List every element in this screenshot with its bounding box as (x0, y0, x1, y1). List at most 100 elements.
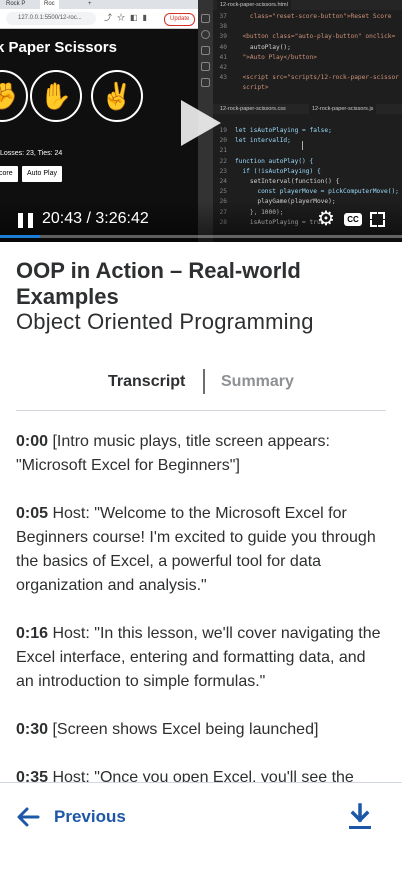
text-cursor (302, 141, 303, 150)
line-number: 39 (219, 33, 227, 41)
code-text: autoPlay(); (235, 43, 291, 51)
code-text: const playerMove = pickComputerMove(); (235, 188, 399, 196)
play-icon[interactable] (181, 100, 221, 146)
editor-tab-html: 12-rock-paper-scissors.html (217, 0, 291, 10)
line-number: 41 (219, 53, 227, 61)
line-number: 23 (219, 167, 227, 175)
code-text: <script src="scripts/12-rock-paper-sciss… (235, 74, 399, 82)
new-tab-icon: + (88, 1, 92, 7)
reset-score-button-preview: core (0, 166, 18, 182)
code-line: 20 let intervalId; (213, 136, 402, 146)
line-number: 40 (219, 43, 227, 51)
transcript-entry[interactable]: 0:16 Host: "In this lesson, we'll cover … (16, 622, 386, 694)
code-line: 21 (213, 146, 402, 156)
code-line: 41 ">Auto Play</button> (213, 53, 402, 63)
fullscreen-icon[interactable] (370, 212, 385, 227)
lecture-title: OOP in Action – Real-world Examples (16, 258, 301, 309)
content-tabs: Transcript Summary (16, 366, 386, 411)
transcript-entry[interactable]: 0:00 [Intro music plays, title screen ap… (16, 430, 386, 478)
code-line: script> (213, 83, 402, 93)
paper-move-icon: ✋ (30, 70, 82, 122)
transcript-text: Host: "In this lesson, we'll cover navig… (16, 625, 381, 690)
line-number: 43 (219, 74, 227, 82)
url-field: 127.0.0.1:5500/12-roc... (6, 12, 96, 25)
browser-tab-prev: Rock P (6, 1, 26, 7)
search-icon (201, 30, 210, 39)
code-line: 43 <script src="scripts/12-rock-paper-sc… (213, 73, 402, 83)
tab-divider (203, 369, 205, 394)
transcript-entry[interactable]: 0:35 Host: "Once you open Excel, you'll … (16, 766, 386, 782)
video-player[interactable]: Rock P Roc + 127.0.0.1:5500/12-roc... ⤴☆… (0, 0, 402, 242)
debug-icon (201, 62, 210, 71)
code-line: 19 let isAutoPlaying = false; (213, 126, 402, 136)
editor-tab-js: 12-rock-paper-scissors.js (309, 104, 377, 114)
transcript-timestamp[interactable]: 0:00 (16, 433, 48, 450)
line-number: 42 (219, 63, 227, 71)
transcript-entry[interactable]: 0:05 Host: "Welcome to the Microsoft Exc… (16, 502, 386, 598)
code-line: 38 (213, 22, 402, 32)
auto-play-button-preview: Auto Play (22, 166, 62, 182)
line-number: 38 (219, 23, 227, 31)
line-number: 24 (219, 177, 227, 185)
gear-icon[interactable]: ⚙ (317, 209, 335, 229)
captions-icon[interactable]: CC (344, 213, 362, 226)
code-line: 39 <button class="auto-play-button" oncl… (213, 32, 402, 42)
bottom-navigation-bar: Previous (0, 782, 402, 875)
code-line: 25 const playerMove = pickComputerMove()… (213, 187, 402, 197)
code-text: if (!isAutoPlaying) { (235, 167, 321, 175)
time-display: 20:43 / 3:26:42 (42, 210, 149, 227)
previous-button[interactable]: Previous (16, 805, 126, 829)
code-line: 42 (213, 63, 402, 73)
arrow-left-icon (17, 807, 40, 827)
browser-tab: Roc (40, 0, 59, 9)
transcript-timestamp[interactable]: 0:05 (16, 505, 48, 522)
transcript-text: [Intro music plays, title screen appears… (16, 433, 330, 474)
transcript-entry[interactable]: 0:30 [Screen shows Excel being launched] (16, 718, 386, 742)
update-badge: Update (164, 13, 196, 26)
browser-address-bar: 127.0.0.1:5500/12-roc... ⤴☆◧▮ Update (0, 9, 198, 29)
video-progress-fill (0, 235, 41, 238)
tab-summary[interactable]: Summary (221, 366, 294, 398)
code-block-html: 37 class="reset-score-button">Reset Scor… (213, 12, 402, 94)
transcript-list[interactable]: 0:00 [Intro music plays, title screen ap… (16, 430, 386, 782)
line-number: 21 (219, 147, 227, 155)
editor-tabs-split: 12-rock-paper-scissors.css 12-rock-paper… (213, 104, 402, 114)
transcript-timestamp[interactable]: 0:16 (16, 625, 48, 642)
explorer-icon (201, 14, 210, 23)
code-text: let intervalId; (235, 137, 291, 145)
video-progress-bar[interactable] (0, 235, 402, 238)
code-line: 22 function autoPlay() { (213, 157, 402, 167)
previous-label: Previous (54, 807, 126, 826)
code-line: 23 if (!isAutoPlaying) { (213, 167, 402, 177)
code-text: setInterval(function() { (235, 177, 340, 185)
source-control-icon (201, 46, 210, 55)
code-text: ">Auto Play</button> (235, 53, 317, 61)
transcript-text: Host: "Welcome to the Microsoft Excel fo… (16, 505, 376, 594)
transcript-text: [Screen shows Excel being launched] (48, 721, 319, 738)
transcript-timestamp[interactable]: 0:35 (16, 769, 48, 782)
code-line: 37 class="reset-score-button">Reset Scor… (213, 12, 402, 22)
pause-icon[interactable] (18, 213, 34, 228)
code-text: <button class="auto-play-button" onclick… (235, 33, 396, 41)
download-icon[interactable] (348, 803, 372, 831)
course-title: Object Oriented Programming (16, 309, 314, 334)
extensions-icon (201, 78, 210, 87)
code-text: script> (235, 84, 269, 92)
code-text: class="reset-score-button">Reset Score (235, 13, 392, 20)
code-text: let isAutoPlaying = false; (235, 127, 332, 134)
game-title: k Paper Scissors (0, 39, 117, 56)
editor-tabs: 12-rock-paper-scissors.html (213, 0, 402, 10)
line-number: 22 (219, 157, 227, 165)
code-text: function autoPlay() { (235, 157, 314, 165)
line-number: 37 (219, 13, 227, 20)
code-line: 24 setInterval(function() { (213, 177, 402, 187)
game-score: Losses: 23, Ties: 24 (0, 150, 63, 157)
rock-move-icon: ✊ (0, 70, 28, 122)
transcript-text: Host: "Once you open Excel, you'll see t… (48, 769, 354, 782)
code-line: 40 autoPlay(); (213, 43, 402, 53)
tab-transcript[interactable]: Transcript (108, 366, 185, 398)
transcript-timestamp[interactable]: 0:30 (16, 721, 48, 738)
browser-toolbar-icons: ⤴☆◧▮ (104, 13, 152, 22)
scissors-move-icon: ✌ (91, 70, 143, 122)
editor-tab-css: 12-rock-paper-scissors.css (220, 106, 286, 112)
